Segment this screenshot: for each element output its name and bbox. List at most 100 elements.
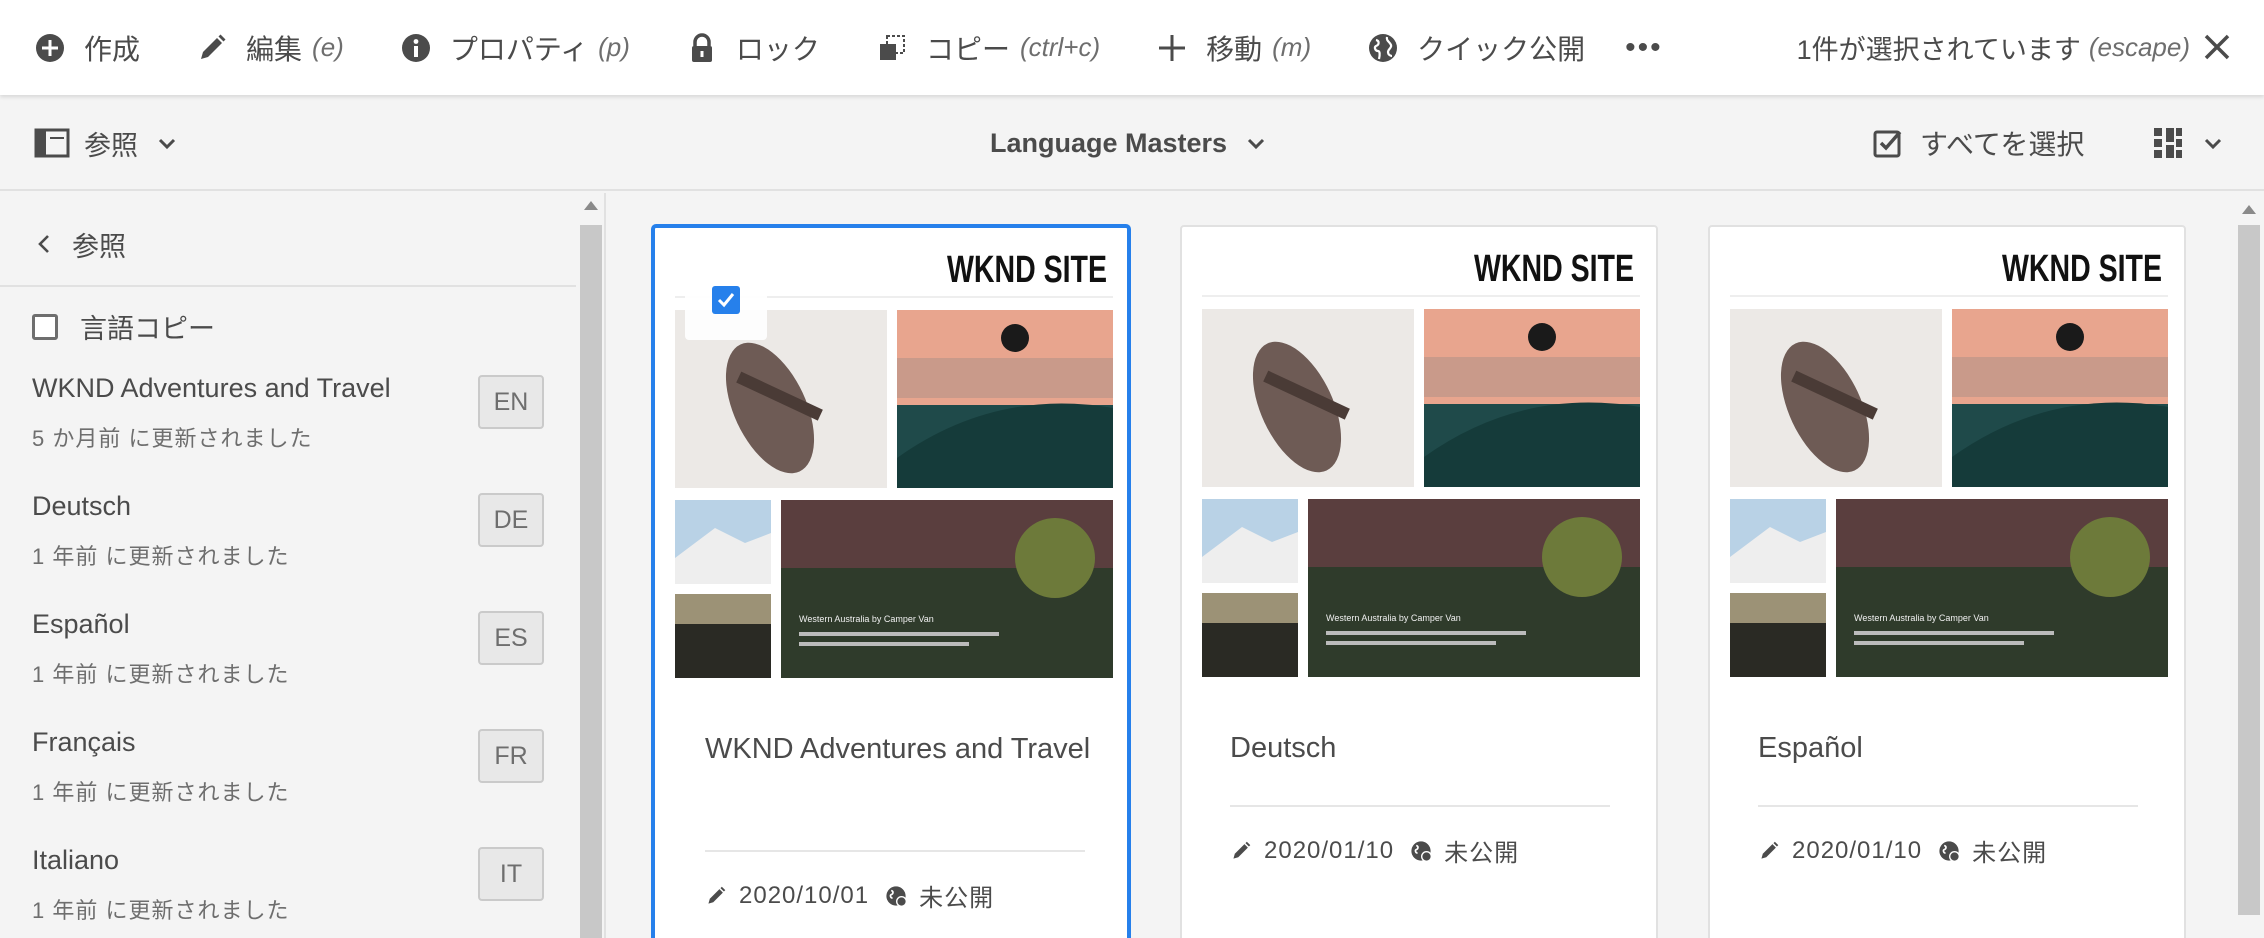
checkmark-icon <box>712 286 740 314</box>
checkbox-checked-icon <box>1872 127 1904 159</box>
create-label: 作成 <box>84 33 141 65</box>
copy-shortcut: (ctrl+c) <box>1019 32 1101 62</box>
rail-item-modified: 1 年前 に更新されました <box>32 898 290 923</box>
add-circle-icon <box>34 32 66 64</box>
rail-item-de[interactable]: Deutsch 1 年前 に更新されました DE <box>32 491 544 609</box>
pencil-icon <box>1758 840 1780 862</box>
card-meta: 2020/01/10 未公開 <box>1758 833 2047 868</box>
card-selection-checkbox[interactable] <box>685 260 767 340</box>
properties-button[interactable]: プロパティ (p) <box>400 0 630 95</box>
edit-button[interactable]: 編集 (e) <box>196 0 344 95</box>
scrollbar-thumb[interactable] <box>580 225 602 938</box>
page-card[interactable]: WKND SITE Western Australia by Camper Va… <box>1708 225 2186 938</box>
folder-title: Language Masters <box>990 127 1228 158</box>
left-rail: 参照 言語コピー WKND Adventures and Travel 5 か月… <box>0 193 606 938</box>
close-selection-button[interactable] <box>2200 30 2234 64</box>
card-meta: 2020/10/01 未公開 <box>705 878 994 913</box>
globe-unpublished-icon <box>885 885 908 907</box>
more-actions-button[interactable]: ••• <box>1625 31 1663 65</box>
chevron-down-icon <box>156 132 178 154</box>
move-label: 移動 <box>1206 33 1263 65</box>
language-tag: DE <box>478 493 544 547</box>
rail-back-button[interactable]: 参照 <box>34 219 126 269</box>
pencil-icon <box>705 885 727 907</box>
language-tag: EN <box>478 375 544 429</box>
rail-item-name: Español <box>32 609 130 639</box>
scrollbar-thumb[interactable] <box>2238 225 2260 915</box>
card-title: Español <box>1758 732 1863 764</box>
selection-count-text: 1件が選択されています <box>1796 35 2081 65</box>
checkbox-unchecked-icon <box>32 313 58 340</box>
lock-icon <box>686 32 718 64</box>
language-copy-checkbox[interactable]: 言語コピー <box>32 307 215 346</box>
page-thumbnail: WKND SITE Western Australia by Camper Va… <box>1730 237 2168 699</box>
chevron-down-icon <box>2202 132 2224 154</box>
side-panel-icon <box>34 128 70 158</box>
selection-status: 1件が選択されています (escape) <box>1797 0 2190 95</box>
quick-publish-button[interactable]: クイック公開 <box>1367 0 1585 95</box>
selection-escape-hint: (escape) <box>2088 32 2190 62</box>
card-view-icon <box>2152 126 2184 160</box>
move-button[interactable]: 移動 (m) <box>1156 0 1311 95</box>
card-view: WKND SITE Western Australia by Camper Va… <box>608 193 2264 938</box>
card-modified-date: 2020/10/01 <box>739 881 870 909</box>
language-copy-label: 言語コピー <box>80 314 215 344</box>
thumbnail-caption: Western Australia by Camper Van <box>1326 613 1461 623</box>
card-title: Deutsch <box>1230 732 1337 764</box>
card-divider <box>705 850 1085 852</box>
pencil-icon <box>196 32 228 64</box>
content-scrollbar[interactable] <box>2234 193 2264 938</box>
rail-item-modified: 1 年前 に更新されました <box>32 662 290 687</box>
rail-scrollbar[interactable] <box>578 193 604 938</box>
globe-icon <box>1367 32 1399 64</box>
info-icon <box>400 32 432 64</box>
select-all-button[interactable]: すべてを選択 <box>1872 95 2084 191</box>
card-divider <box>1230 805 1610 807</box>
page-thumbnail: WKND SITE Western Australia by Camper Va… <box>1202 237 1640 699</box>
copy-label: コピー <box>925 33 1010 65</box>
edit-shortcut: (e) <box>312 32 344 62</box>
view-switcher-button[interactable] <box>2152 95 2224 191</box>
rail-item-name: Italiano <box>32 845 120 875</box>
chevron-left-icon <box>34 233 54 255</box>
card-publish-status: 未公開 <box>1444 840 1520 867</box>
globe-unpublished-icon <box>1410 840 1433 862</box>
secondary-toolbar: 参照 Language Masters すべてを選択 <box>0 95 2264 191</box>
card-divider <box>1758 805 2138 807</box>
page-card[interactable]: WKND SITE Western Australia by Camper Va… <box>1180 225 1658 938</box>
rail-back-label: 参照 <box>72 231 126 262</box>
thumbnail-site-label: WKND SITE <box>1474 248 1634 290</box>
copy-button[interactable]: コピー (ctrl+c) <box>876 0 1100 95</box>
card-modified-date: 2020/01/10 <box>1264 836 1395 864</box>
create-button[interactable]: 作成 <box>34 0 140 95</box>
move-icon <box>1156 32 1188 64</box>
card-publish-status: 未公開 <box>919 885 995 912</box>
chevron-down-icon <box>1245 132 1267 154</box>
properties-label: プロパティ <box>449 33 589 65</box>
lock-button[interactable]: ロック <box>686 0 820 95</box>
scroll-up-arrow-icon[interactable] <box>2242 205 2256 214</box>
thumbnail-caption: Western Australia by Camper Van <box>1854 613 1989 623</box>
scroll-up-arrow-icon[interactable] <box>584 201 598 210</box>
rail-item-en[interactable]: WKND Adventures and Travel 5 か月前 に更新されまし… <box>32 373 544 491</box>
rail-item-modified: 5 か月前 に更新されました <box>32 426 313 451</box>
lock-label: ロック <box>735 33 820 65</box>
rail-item-es[interactable]: Español 1 年前 に更新されました ES <box>32 609 544 727</box>
rail-item-fr[interactable]: Français 1 年前 に更新されました FR <box>32 727 544 845</box>
rail-item-modified: 1 年前 に更新されました <box>32 780 290 805</box>
edit-label: 編集 <box>246 33 303 65</box>
select-all-label: すべてを選択 <box>1920 129 2085 160</box>
copy-icon <box>876 32 908 64</box>
thumbnail-site-label: WKND SITE <box>2002 248 2162 290</box>
folder-title-dropdown[interactable]: Language Masters <box>990 95 1267 191</box>
card-meta: 2020/01/10 未公開 <box>1230 833 1519 868</box>
pencil-icon <box>1230 840 1252 862</box>
page-card[interactable]: WKND SITE Western Australia by Camper Va… <box>652 225 1130 938</box>
thumbnail-caption: Western Australia by Camper Van <box>799 614 934 624</box>
properties-shortcut: (p) <box>598 32 630 62</box>
thumbnail-site-label: WKND SITE <box>947 249 1107 291</box>
rail-item-it[interactable]: Italiano 1 年前 に更新されました IT <box>32 845 544 938</box>
rail-toggle-button[interactable]: 参照 <box>34 95 178 191</box>
move-shortcut: (m) <box>1272 32 1312 62</box>
card-publish-status: 未公開 <box>1972 840 2048 867</box>
